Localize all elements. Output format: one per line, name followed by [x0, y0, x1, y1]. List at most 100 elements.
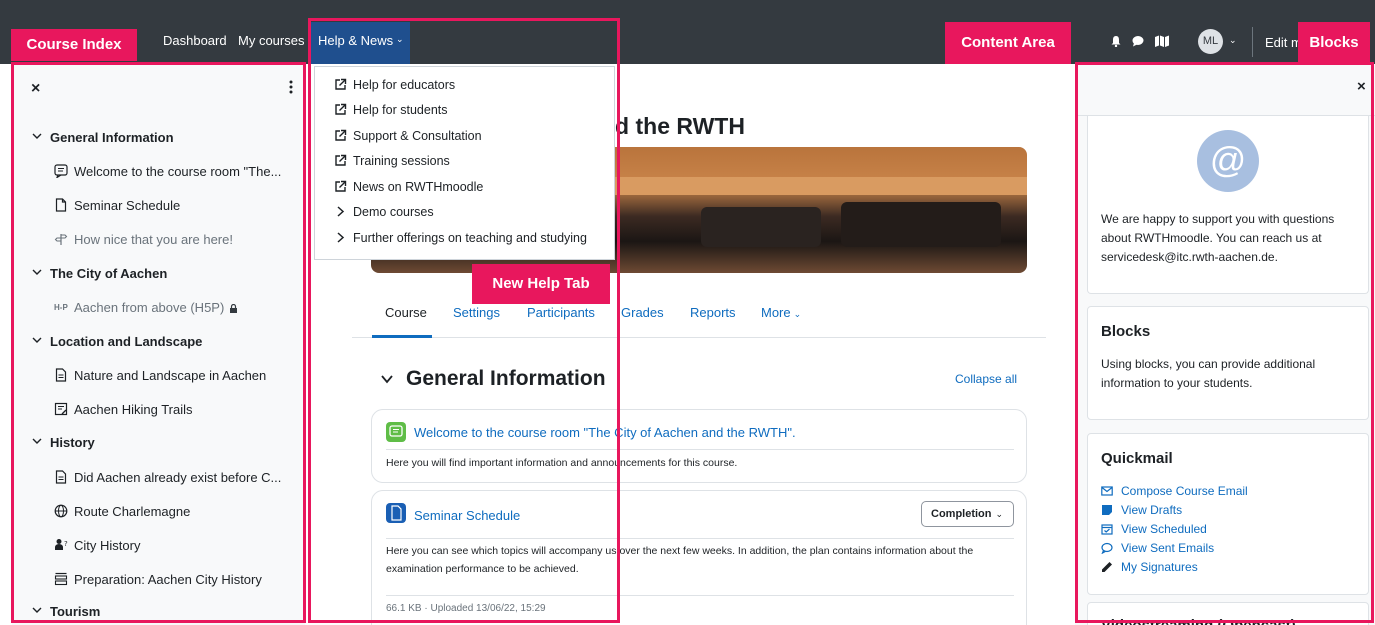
course-index-annotation: Course Index — [11, 29, 137, 61]
menu-item-training[interactable]: Training sessions — [315, 151, 614, 173]
collapse-all-link[interactable]: Collapse all — [955, 372, 1017, 386]
calendar-check-icon — [1101, 524, 1113, 535]
lock-icon — [230, 304, 238, 313]
course-index-section[interactable]: The City of Aachen — [12, 264, 305, 288]
course-index-item[interactable]: How nice that you are here! — [12, 230, 305, 254]
menu-item-label: Help for educators — [353, 78, 456, 92]
at-sign-icon: @ — [1197, 130, 1259, 192]
item-label: Welcome to the course room "The... — [74, 164, 282, 179]
block-title: Quickmail — [1101, 450, 1173, 467]
external-link-icon — [335, 78, 347, 90]
top-navbar: Dashboard My courses Help & News ⌄ ML ⌄ … — [0, 0, 1375, 64]
user-avatar[interactable]: ML — [1198, 29, 1223, 54]
activity-card: Seminar Schedule Completion ⌄ Here you ca… — [371, 490, 1027, 625]
chevron-down-icon[interactable]: ⌄ — [1229, 35, 1237, 46]
contact-block: @ We are happy to support you with quest… — [1087, 116, 1369, 294]
item-label: Route Charlemagne — [74, 504, 191, 519]
page-icon — [55, 470, 67, 484]
bell-icon[interactable] — [1110, 35, 1122, 47]
blocks-annotation: Blocks — [1298, 22, 1370, 64]
file-icon — [386, 503, 406, 523]
course-index-item[interactable]: Seminar Schedule — [12, 196, 305, 220]
course-index-item[interactable]: ? City History — [12, 536, 305, 560]
block-title: Videostreaming (Opencast) — [1101, 617, 1296, 625]
course-index-item[interactable]: Did Aachen already exist before C... — [12, 468, 305, 492]
menu-item-help-students[interactable]: Help for students — [315, 100, 614, 122]
section-label: History — [50, 435, 95, 450]
course-index-section[interactable]: Tourism — [12, 602, 305, 625]
external-link-icon — [335, 129, 347, 141]
activity-title-link[interactable]: Welcome to the course room "The City of … — [414, 425, 796, 440]
contact-text: We are happy to support you with questio… — [1101, 212, 1335, 264]
navbar-divider — [1252, 27, 1253, 57]
item-label: Nature and Landscape in Aachen — [74, 368, 267, 383]
menu-item-label: News on RWTHmoodle — [353, 180, 484, 194]
menu-item-label: Support & Consultation — [353, 129, 482, 143]
course-index-item[interactable]: Preparation: Aachen City History — [12, 570, 305, 594]
chevron-right-icon — [337, 206, 345, 217]
menu-item-help-educators[interactable]: Help for educators — [315, 75, 614, 97]
draft-icon — [1102, 505, 1112, 515]
item-label: Aachen Hiking Trails — [74, 402, 193, 417]
menu-item-label: Demo courses — [353, 205, 434, 219]
envelope-icon — [1101, 486, 1113, 496]
chevron-down-icon: ⌄ — [995, 509, 1004, 519]
activity-description: Here you will find important information… — [386, 457, 738, 469]
course-index-item[interactable]: Route Charlemagne — [12, 502, 305, 526]
close-icon[interactable]: × — [1357, 78, 1366, 95]
nav-dashboard-link[interactable]: Dashboard — [163, 33, 227, 48]
activity-divider — [386, 538, 1014, 539]
menu-item-label: Help for students — [353, 103, 448, 117]
file-icon — [55, 198, 67, 212]
lesson-icon — [54, 572, 68, 586]
item-label: Did Aachen already exist before C... — [74, 470, 282, 485]
chat-icon[interactable] — [1132, 35, 1144, 47]
tab-settings[interactable]: Settings — [453, 305, 500, 320]
course-index-item[interactable]: Aachen Hiking Trails — [12, 400, 305, 424]
map-icon[interactable] — [1155, 35, 1169, 47]
menu-item-news[interactable]: News on RWTHmoodle — [315, 177, 614, 199]
activity-title-link[interactable]: Seminar Schedule — [414, 508, 520, 523]
block-text: Using blocks, you can provide additional… — [1101, 357, 1316, 390]
completion-dropdown[interactable]: Completion ⌄ — [921, 501, 1014, 527]
tab-participants[interactable]: Participants — [527, 305, 595, 320]
menu-item-further-offerings[interactable]: Further offerings on teaching and studyi… — [315, 228, 614, 250]
svg-text:?: ? — [64, 540, 68, 548]
forum-icon — [386, 422, 406, 442]
kebab-menu-icon[interactable] — [289, 79, 293, 95]
course-index-item[interactable]: H-P Aachen from above (H5P) — [12, 298, 305, 322]
blocks-drawer: × @ We are happy to support you with que… — [1075, 64, 1375, 625]
close-icon[interactable]: × — [31, 80, 40, 98]
course-index-section[interactable]: History — [12, 433, 305, 457]
content-area-annotation: Content Area — [945, 22, 1071, 64]
globe-icon — [54, 504, 68, 518]
new-help-tab-annotation: New Help Tab — [472, 264, 610, 304]
course-index-item[interactable]: Welcome to the course room "The... — [12, 162, 305, 186]
nav-my-courses-link[interactable]: My courses — [238, 33, 304, 48]
item-label: How nice that you are here! — [74, 232, 233, 247]
chevron-down-icon[interactable] — [381, 374, 393, 384]
activity-divider — [386, 449, 1014, 450]
menu-item-support[interactable]: Support & Consultation — [315, 126, 614, 148]
blocks-drawer-header: × — [1075, 64, 1375, 116]
page-icon — [55, 368, 67, 382]
tab-grades[interactable]: Grades — [621, 305, 664, 320]
quiz-icon: ? — [55, 539, 68, 550]
video-block: Videostreaming (Opencast) — [1087, 602, 1369, 625]
tab-more[interactable]: More ⌄ — [761, 305, 801, 320]
tab-course[interactable]: Course — [385, 305, 427, 320]
course-index-item[interactable]: Nature and Landscape in Aachen — [12, 366, 305, 390]
course-tabs: Course Settings Participants Grades Repo… — [352, 290, 1046, 338]
course-index-section[interactable]: General Information — [12, 128, 305, 152]
blocks-info-block: Blocks Using blocks, you can provide add… — [1087, 306, 1369, 420]
menu-item-demo-courses[interactable]: Demo courses — [315, 202, 614, 224]
tab-reports[interactable]: Reports — [690, 305, 736, 320]
activity-divider — [386, 595, 1014, 596]
item-label: Preparation: Aachen City History — [74, 572, 262, 587]
chevron-down-icon — [32, 607, 42, 613]
pen-icon — [1102, 562, 1112, 572]
nav-help-news-label: Help & News — [318, 33, 394, 48]
edit-mode-label[interactable]: Edit m — [1265, 35, 1302, 50]
course-index-section[interactable]: Location and Landscape — [12, 332, 305, 356]
nav-help-news-tab[interactable]: Help & News ⌄ — [310, 22, 410, 64]
